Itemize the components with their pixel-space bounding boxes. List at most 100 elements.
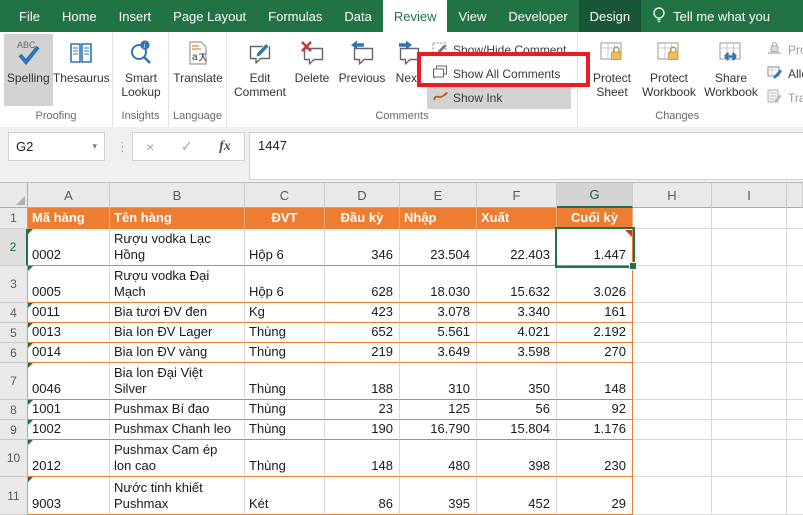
col-header-g[interactable]: G (557, 183, 633, 208)
protect-workbook-button[interactable]: Protect Workbook (638, 34, 700, 106)
cell-C2[interactable]: Hộp 6 (245, 229, 325, 266)
cell-E11[interactable]: 395 (400, 477, 477, 515)
allow-users-button[interactable]: Allow U (762, 63, 803, 85)
cell-B7[interactable]: Bia lon Đại Việt Silver (110, 363, 245, 400)
cell-empty[interactable] (787, 208, 803, 229)
cell-empty[interactable] (787, 323, 803, 343)
tab-file[interactable]: File (8, 0, 51, 32)
cell-E8[interactable]: 125 (400, 400, 477, 420)
edit-comment-button[interactable]: Edit Comment (231, 34, 289, 106)
cell-F6[interactable]: 3.598 (477, 343, 557, 363)
cell-empty[interactable] (712, 420, 787, 440)
cell-A6[interactable]: 0014 (28, 343, 110, 363)
row-header-10[interactable]: 10 (0, 440, 28, 477)
cell-A10[interactable]: 2012 (28, 440, 110, 477)
cell-G10[interactable]: 230 (557, 440, 633, 477)
cell-D5[interactable]: 652 (325, 323, 400, 343)
track-changes-button[interactable]: Track C (762, 87, 803, 109)
row-header-11[interactable]: 11 (0, 477, 28, 515)
row-header-4[interactable]: 4 (0, 303, 28, 323)
tell-me-box[interactable]: Tell me what you (641, 0, 770, 32)
col-header-c[interactable]: C (245, 183, 325, 208)
cell-C7[interactable]: Thùng (245, 363, 325, 400)
header-cell-nh-p[interactable]: Nhập (400, 208, 477, 229)
previous-comment-button[interactable]: Previous (335, 34, 389, 106)
spelling-button[interactable]: ABC Spelling (4, 34, 53, 106)
formula-input[interactable]: 1447 (249, 132, 803, 180)
cell-empty[interactable] (712, 303, 787, 323)
cell-C6[interactable]: Thùng (245, 343, 325, 363)
cell-D10[interactable]: 148 (325, 440, 400, 477)
cell-C3[interactable]: Hộp 6 (245, 266, 325, 303)
row-header-1[interactable]: 1 (0, 208, 28, 229)
cell-empty[interactable] (787, 440, 803, 477)
cell-D7[interactable]: 188 (325, 363, 400, 400)
thesaurus-button[interactable]: Thesaurus (53, 34, 110, 106)
cell-E10[interactable]: 480 (400, 440, 477, 477)
cell-empty[interactable] (712, 440, 787, 477)
tab-formulas[interactable]: Formulas (257, 0, 333, 32)
cell-A4[interactable]: 0011 (28, 303, 110, 323)
cell-B4[interactable]: Bia tươi ĐV đen (110, 303, 245, 323)
show-all-comments-button[interactable]: Show All Comments (427, 63, 571, 85)
cell-empty[interactable] (712, 229, 787, 266)
cell-F3[interactable]: 15.632 (477, 266, 557, 303)
select-all-corner[interactable] (0, 183, 28, 208)
header-cell-m-h-ng[interactable]: Mã hàng (28, 208, 110, 229)
header-cell-cu-i-k-[interactable]: Cuối kỳ (557, 208, 633, 229)
cell-E2[interactable]: 23.504 (400, 229, 477, 266)
cancel-icon[interactable]: × (146, 139, 154, 155)
cell-A11[interactable]: 9003 (28, 477, 110, 515)
cell-E3[interactable]: 18.030 (400, 266, 477, 303)
cell-F2[interactable]: 22.403 (477, 229, 557, 266)
cell-B9[interactable]: Pushmax Chanh leo (110, 420, 245, 440)
delete-comment-button[interactable]: Delete (289, 34, 335, 106)
cell-D8[interactable]: 23 (325, 400, 400, 420)
cell-empty[interactable] (787, 477, 803, 515)
cell-A8[interactable]: 1001 (28, 400, 110, 420)
cell-G8[interactable]: 92 (557, 400, 633, 420)
cell-G5[interactable]: 2.192 (557, 323, 633, 343)
cell-B8[interactable]: Pushmax Bí đao (110, 400, 245, 420)
header-cell-xu-t[interactable]: Xuất (477, 208, 557, 229)
cell-G2[interactable]: 1.447 (557, 229, 633, 266)
header-cell--u-k-[interactable]: Đầu kỳ (325, 208, 400, 229)
cell-F11[interactable]: 452 (477, 477, 557, 515)
cell-D4[interactable]: 423 (325, 303, 400, 323)
cell-B6[interactable]: Bia lon ĐV vàng (110, 343, 245, 363)
col-header-d[interactable]: D (325, 183, 400, 208)
row-header-9[interactable]: 9 (0, 420, 28, 440)
cell-empty[interactable] (787, 363, 803, 400)
cell-B10[interactable]: Pushmax Cam ép lon cao (110, 440, 245, 477)
cell-C10[interactable]: Thùng (245, 440, 325, 477)
cell-empty[interactable] (633, 343, 712, 363)
cell-D6[interactable]: 219 (325, 343, 400, 363)
tab-view[interactable]: View (447, 0, 497, 32)
col-header-e[interactable]: E (400, 183, 477, 208)
cell-B5[interactable]: Bia lon ĐV Lager (110, 323, 245, 343)
cell-D11[interactable]: 86 (325, 477, 400, 515)
cell-E7[interactable]: 310 (400, 363, 477, 400)
next-comment-button[interactable]: Next (389, 34, 427, 106)
translate-button[interactable]: a Translate (173, 34, 223, 106)
cell-B2[interactable]: Rượu vodka Lạc Hồng (110, 229, 245, 266)
cell-empty[interactable] (633, 303, 712, 323)
cell-empty[interactable] (712, 343, 787, 363)
cell-empty[interactable] (712, 400, 787, 420)
cell-F9[interactable]: 15.804 (477, 420, 557, 440)
cell-E9[interactable]: 16.790 (400, 420, 477, 440)
cell-G7[interactable]: 148 (557, 363, 633, 400)
cell-A5[interactable]: 0013 (28, 323, 110, 343)
col-header-partial[interactable] (787, 183, 803, 208)
cell-empty[interactable] (633, 323, 712, 343)
cell-empty[interactable] (633, 363, 712, 400)
cell-empty[interactable] (633, 440, 712, 477)
protect-shared-workbook-button[interactable]: Protect (762, 39, 803, 61)
tab-home[interactable]: Home (51, 0, 108, 32)
cell-A7[interactable]: 0046 (28, 363, 110, 400)
cell-C11[interactable]: Két (245, 477, 325, 515)
row-header-8[interactable]: 8 (0, 400, 28, 420)
cell-F10[interactable]: 398 (477, 440, 557, 477)
show-hide-comment-button[interactable]: Show/Hide Comment (427, 39, 571, 61)
cell-A3[interactable]: 0005 (28, 266, 110, 303)
